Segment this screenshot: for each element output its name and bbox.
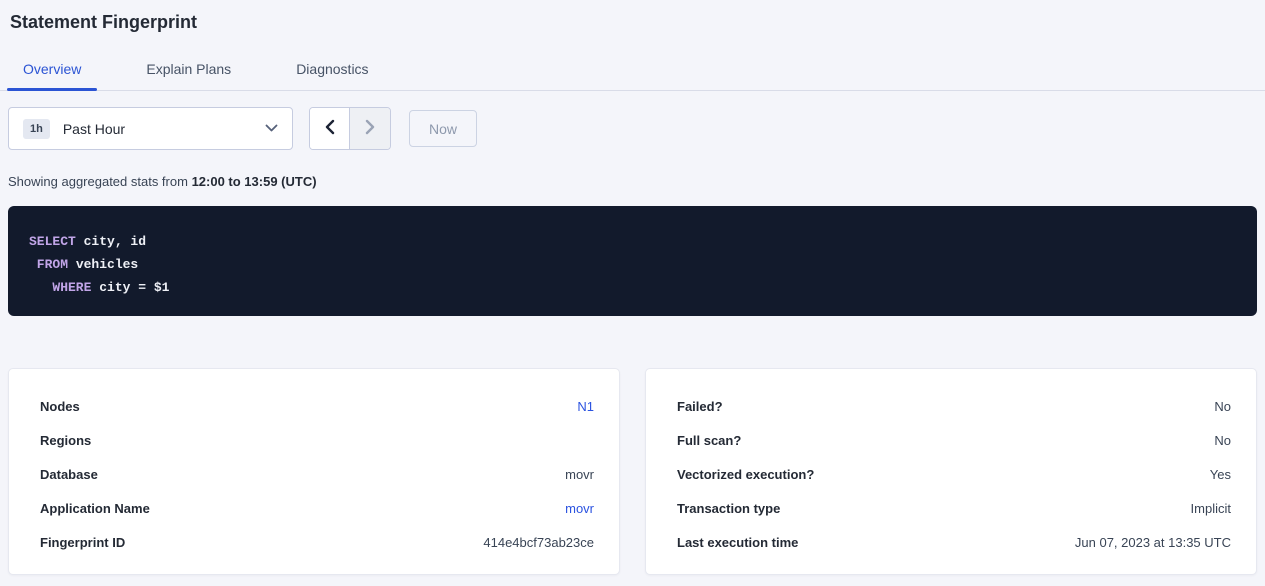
row-value: Implicit bbox=[1191, 501, 1231, 516]
card-row: Fingerprint ID 414e4bcf73ab23ce bbox=[40, 525, 594, 559]
tabs: Overview Explain Plans Diagnostics bbox=[0, 50, 1265, 91]
stats-prefix: Showing aggregated stats from bbox=[8, 174, 192, 189]
card-row: Last execution time Jun 07, 2023 at 13:35… bbox=[677, 525, 1231, 559]
row-value: Yes bbox=[1210, 467, 1231, 482]
card-row: Full scan? No bbox=[677, 423, 1231, 457]
row-label: Vectorized execution? bbox=[677, 467, 814, 482]
summary-cards: NodesN1RegionsDatabasemovrApplication Na… bbox=[8, 368, 1257, 575]
sql-line: SELECT city, id bbox=[29, 230, 1236, 253]
row-label: Transaction type bbox=[677, 501, 780, 516]
page-title: Statement Fingerprint bbox=[0, 0, 1265, 33]
sql-text: city, id bbox=[76, 234, 146, 249]
row-value-link[interactable]: movr bbox=[565, 501, 594, 516]
row-value: No bbox=[1214, 399, 1231, 414]
time-range-badge: 1h bbox=[23, 119, 50, 139]
chevron-right-icon bbox=[365, 119, 376, 138]
time-range-label: Past Hour bbox=[63, 121, 125, 137]
tab-diagnostics[interactable]: Diagnostics bbox=[280, 50, 384, 90]
statement-fingerprint-page: Statement Fingerprint Overview Explain Pl… bbox=[0, 0, 1265, 586]
now-button[interactable]: Now bbox=[409, 110, 477, 147]
sql-keyword: SELECT bbox=[29, 234, 76, 249]
row-label: Application Name bbox=[40, 501, 150, 516]
row-value: 414e4bcf73ab23ce bbox=[483, 535, 594, 550]
row-value: movr bbox=[565, 467, 594, 482]
sql-statement-box: SELECT city, id FROM vehicles WHERE city… bbox=[8, 206, 1257, 316]
row-value: Jun 07, 2023 at 13:35 UTC bbox=[1075, 535, 1231, 550]
prev-interval-button[interactable] bbox=[310, 108, 350, 149]
card-row: Nodes N1 bbox=[40, 389, 594, 423]
summary-card: Failed? No Full scan? No Vectorized executio… bbox=[645, 368, 1257, 575]
chevron-down-icon bbox=[265, 124, 278, 133]
row-label: Nodes bbox=[40, 399, 80, 414]
row-value: No bbox=[1214, 433, 1231, 448]
row-label: Fingerprint ID bbox=[40, 535, 125, 550]
time-range-dropdown[interactable]: 1h Past Hour bbox=[8, 107, 293, 150]
card-row: Vectorized execution? Yes bbox=[677, 457, 1231, 491]
aggregated-stats-text: Showing aggregated stats from 12:00 to 1… bbox=[0, 174, 1265, 189]
card-row: Regions bbox=[40, 423, 594, 457]
row-label: Last execution time bbox=[677, 535, 798, 550]
sql-text: city = $1 bbox=[91, 280, 169, 295]
next-interval-button[interactable] bbox=[350, 108, 390, 149]
sql-code: SELECT city, id FROM vehicles WHERE city… bbox=[29, 230, 1236, 299]
row-value-link[interactable]: N1 bbox=[577, 399, 594, 414]
card-row: Application Name movr bbox=[40, 491, 594, 525]
sql-keyword: FROM bbox=[29, 257, 68, 272]
time-step-buttons bbox=[309, 107, 391, 150]
tab-explain-plans[interactable]: Explain Plans bbox=[130, 50, 247, 90]
sql-keyword: WHERE bbox=[29, 280, 91, 295]
row-label: Full scan? bbox=[677, 433, 741, 448]
card-row: Database movr bbox=[40, 457, 594, 491]
row-label: Regions bbox=[40, 433, 91, 448]
row-label: Database bbox=[40, 467, 98, 482]
sql-line: WHERE city = $1 bbox=[29, 276, 1236, 299]
row-label: Failed? bbox=[677, 399, 723, 414]
tab-overview[interactable]: Overview bbox=[7, 50, 97, 90]
time-controls: 1h Past Hour Now bbox=[0, 107, 1265, 150]
card-row: Failed? No bbox=[677, 389, 1231, 423]
card-row: Transaction type Implicit bbox=[677, 491, 1231, 525]
sql-text: vehicles bbox=[68, 257, 138, 272]
chevron-left-icon bbox=[324, 119, 335, 138]
stats-range: 12:00 to 13:59 (UTC) bbox=[192, 174, 317, 189]
summary-card: NodesN1RegionsDatabasemovrApplication Na… bbox=[8, 368, 620, 575]
sql-line: FROM vehicles bbox=[29, 253, 1236, 276]
